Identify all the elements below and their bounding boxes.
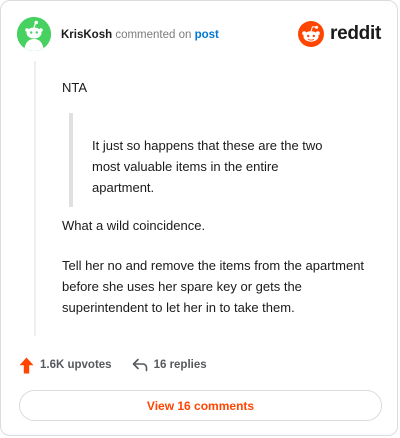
replies-button[interactable]: 16 replies — [132, 358, 207, 372]
comment-paragraph: What a wild coincidence. — [62, 218, 206, 233]
quote-text: It just so happens that these are the tw… — [92, 138, 323, 195]
comment-footer: 1.6K upvotes 16 replies — [19, 353, 207, 377]
snoo-avatar-icon[interactable] — [17, 17, 51, 51]
reddit-logo-icon — [298, 21, 325, 47]
reddit-wordmark: reddit — [330, 23, 381, 44]
comment-header: KrisKosh commented on post reddit — [17, 17, 381, 51]
post-link[interactable]: post — [195, 29, 219, 41]
byline-action: commented on — [115, 29, 192, 41]
upvote-count: 1.6K upvotes — [40, 359, 112, 371]
blockquote: It just so happens that these are the tw… — [69, 113, 324, 207]
comment-paragraph: NTA — [62, 80, 88, 95]
view-comments-button[interactable]: View 16 comments — [19, 390, 382, 421]
comment-paragraph: Tell her no and remove the items from th… — [62, 258, 365, 315]
reply-arrow-icon — [132, 358, 147, 372]
author-name[interactable]: KrisKosh — [61, 29, 112, 41]
upvote-button[interactable]: 1.6K upvotes — [19, 357, 112, 374]
comment-byline: KrisKosh commented on post — [61, 28, 219, 42]
reply-count: 16 replies — [153, 359, 207, 371]
reddit-logo[interactable]: reddit — [298, 20, 381, 48]
thread-line — [34, 61, 36, 336]
comment-card: KrisKosh commented on post reddit NTA It… — [0, 0, 398, 436]
upvote-arrow-icon — [19, 357, 34, 373]
